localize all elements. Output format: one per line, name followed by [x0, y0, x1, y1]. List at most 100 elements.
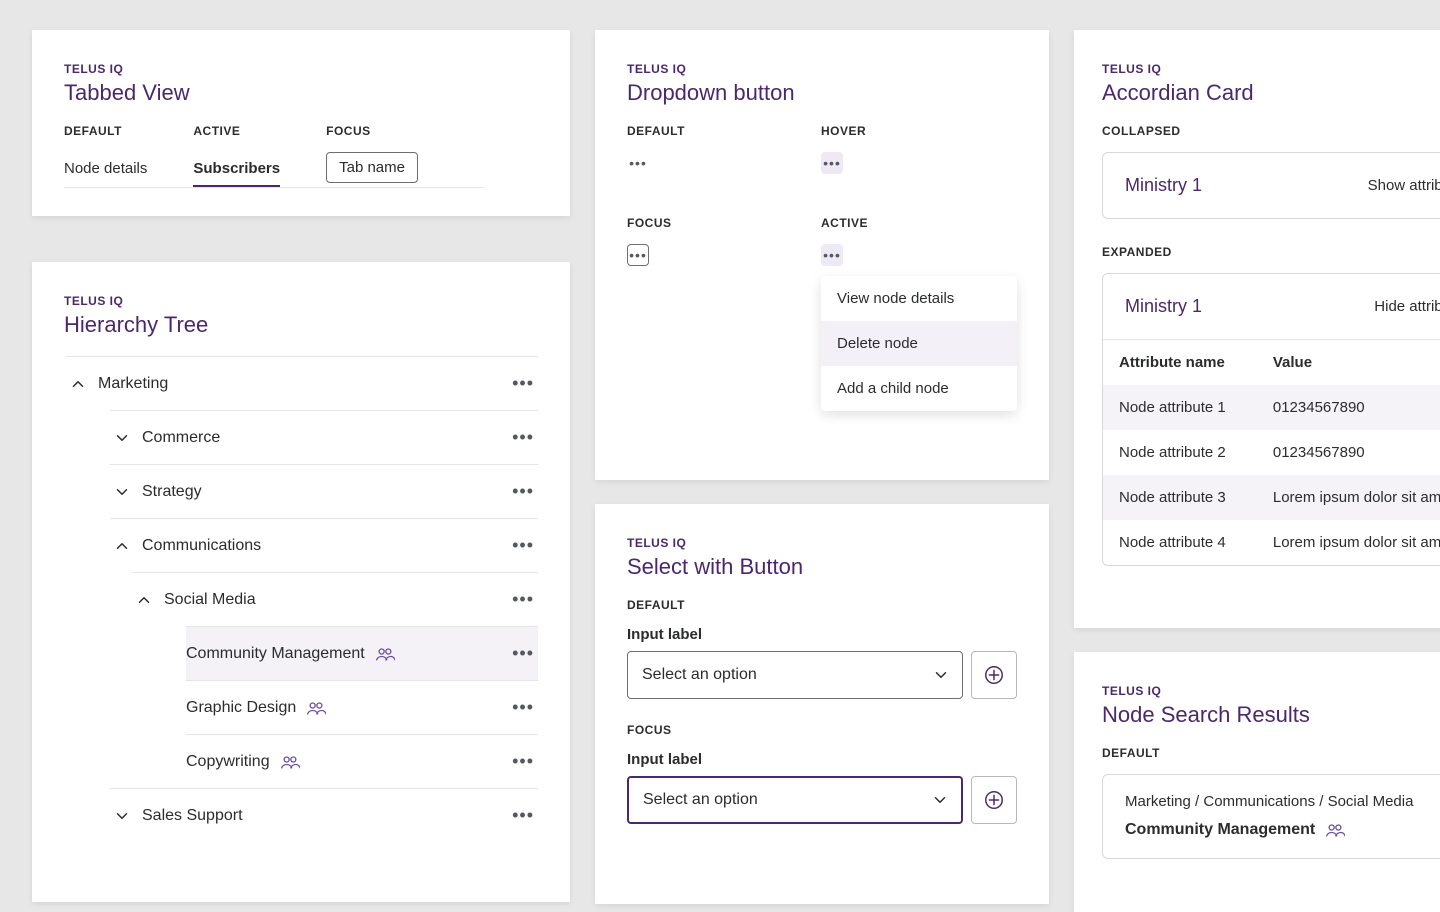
- cell-value: Lorem ipsum dolor sit amet: [1257, 520, 1440, 565]
- tree-label: Graphic Design: [186, 699, 296, 717]
- eyebrow: TELUS IQ: [1102, 684, 1440, 698]
- tree-row[interactable]: Marketing •••: [66, 356, 538, 410]
- eyebrow: TELUS IQ: [64, 294, 538, 308]
- more-icon[interactable]: •••: [512, 589, 534, 610]
- add-button[interactable]: [971, 776, 1017, 824]
- chevron-down-icon: [931, 791, 949, 809]
- hide-attributes-link[interactable]: Hide attributes: [1374, 298, 1440, 315]
- tree-label: Community Management: [186, 645, 365, 663]
- tabbed-view-card: TELUS IQ Tabbed View DEFAULT Node detail…: [32, 30, 570, 216]
- table-row: Node attribute 3Lorem ipsum dolor sit am…: [1103, 475, 1440, 520]
- accordion-item-title: Ministry 1: [1125, 175, 1202, 196]
- tabs-states-row: DEFAULT Node details ACTIVE Subscribers …: [64, 124, 538, 187]
- more-icon[interactable]: •••: [512, 535, 534, 556]
- card-title: Tabbed View: [64, 80, 538, 106]
- node-search-results-card: TELUS IQ Node Search Results DEFAULT Mar…: [1074, 652, 1440, 912]
- tree-row[interactable]: Communications•••: [110, 518, 538, 572]
- state-label-collapsed: COLLAPSED: [1102, 124, 1440, 138]
- state-label-default: DEFAULT: [1102, 746, 1440, 760]
- hierarchy-tree-card: TELUS IQ Hierarchy Tree Marketing•••Comm…: [32, 262, 570, 902]
- input-label: Input label: [627, 751, 1017, 768]
- more-icon[interactable]: •••: [512, 805, 534, 826]
- state-label-focus: FOCUS: [326, 124, 418, 138]
- eyebrow: TELUS IQ: [64, 62, 538, 76]
- more-icon[interactable]: •••: [512, 697, 534, 718]
- col-value: Value: [1257, 340, 1440, 386]
- more-icon[interactable]: •••: [627, 152, 649, 174]
- cell-attribute-name: Node attribute 3: [1103, 475, 1257, 520]
- search-result-name: Community Management: [1125, 821, 1315, 839]
- accordion-expanded-box: Ministry 1 Hide attributes Attribute nam…: [1102, 273, 1440, 566]
- more-icon[interactable]: •••: [821, 152, 843, 174]
- dd-default-cell: DEFAULT •••: [627, 124, 821, 174]
- card-title: Select with Button: [627, 554, 1017, 580]
- tab-default-col: DEFAULT Node details: [64, 124, 147, 187]
- state-label-hover: HOVER: [821, 124, 1017, 138]
- menu-item-delete[interactable]: Delete node: [821, 321, 1017, 366]
- tab-node-details[interactable]: Node details: [64, 152, 147, 187]
- table-row: Node attribute 201234567890: [1103, 430, 1440, 475]
- table-row: Node attribute 4Lorem ipsum dolor sit am…: [1103, 520, 1440, 565]
- more-icon[interactable]: •••: [512, 427, 534, 448]
- chevron-down-icon[interactable]: [110, 483, 134, 501]
- tabs-underline: [64, 187, 484, 188]
- tree-list: Marketing•••Commerce•••Strategy•••Commun…: [64, 356, 538, 842]
- tab-tab-name[interactable]: Tab name: [326, 152, 418, 183]
- tree-label: Commerce: [142, 429, 220, 447]
- select-placeholder: Select an option: [643, 791, 758, 809]
- card-title: Dropdown button: [627, 80, 1017, 106]
- card-title: Hierarchy Tree: [64, 312, 538, 338]
- more-icon[interactable]: •••: [512, 373, 534, 394]
- tree-row[interactable]: Strategy•••: [110, 464, 538, 518]
- dd-active-cell: ACTIVE ••• View node details Delete node…: [821, 216, 1017, 411]
- more-icon[interactable]: •••: [627, 244, 649, 266]
- show-attributes-link[interactable]: Show attributes: [1368, 177, 1440, 194]
- accordion-header: Ministry 1 Show attributes: [1103, 153, 1440, 218]
- search-result-item[interactable]: Marketing / Communications / Social Medi…: [1102, 774, 1440, 859]
- people-icon: [375, 644, 395, 664]
- plus-circle-icon: [983, 664, 1005, 686]
- cell-value: Lorem ipsum dolor sit amet: [1257, 475, 1440, 520]
- more-icon[interactable]: •••: [512, 643, 534, 664]
- chevron-up-icon[interactable]: [66, 375, 90, 393]
- state-label-focus: FOCUS: [627, 723, 1017, 737]
- menu-item-view[interactable]: View node details: [821, 276, 1017, 321]
- more-icon[interactable]: •••: [821, 244, 843, 266]
- dd-focus-cell: FOCUS •••: [627, 216, 821, 411]
- tree-row[interactable]: Copywriting•••: [186, 734, 538, 788]
- state-label-default: DEFAULT: [627, 124, 821, 138]
- dropdown-menu: View node details Delete node Add a chil…: [821, 276, 1017, 411]
- tree-row[interactable]: Community Management •••: [186, 626, 538, 680]
- tab-subscribers[interactable]: Subscribers: [193, 152, 280, 187]
- chevron-up-icon[interactable]: [110, 537, 134, 555]
- more-icon[interactable]: •••: [512, 751, 534, 772]
- cell-attribute-name: Node attribute 1: [1103, 385, 1257, 430]
- table-header-row: Attribute name Value: [1103, 340, 1440, 386]
- state-label-expanded: EXPANDED: [1102, 245, 1440, 259]
- chevron-down-icon[interactable]: [110, 429, 134, 447]
- add-button[interactable]: [971, 651, 1017, 699]
- select-input[interactable]: Select an option: [627, 776, 963, 824]
- people-icon: [306, 698, 326, 718]
- chevron-up-icon[interactable]: [132, 591, 156, 609]
- tree-label: Marketing: [98, 375, 168, 393]
- breadcrumb: Marketing / Communications / Social Medi…: [1125, 793, 1440, 810]
- cell-attribute-name: Node attribute 2: [1103, 430, 1257, 475]
- menu-item-add-child[interactable]: Add a child node: [821, 366, 1017, 411]
- select-with-button-card: TELUS IQ Select with Button DEFAULT Inpu…: [595, 504, 1049, 904]
- select-row-default: Select an option: [627, 651, 1017, 699]
- col-attribute-name: Attribute name: [1103, 340, 1257, 386]
- cell-attribute-name: Node attribute 4: [1103, 520, 1257, 565]
- dd-hover-cell: HOVER •••: [821, 124, 1017, 174]
- more-icon[interactable]: •••: [512, 481, 534, 502]
- select-placeholder: Select an option: [642, 666, 757, 684]
- tree-row[interactable]: Commerce •••: [110, 410, 538, 464]
- dropdown-button-card: TELUS IQ Dropdown button DEFAULT ••• HOV…: [595, 30, 1049, 480]
- tree-row[interactable]: Social Media•••: [132, 572, 538, 626]
- tree-row[interactable]: Graphic Design •••: [186, 680, 538, 734]
- chevron-down-icon[interactable]: [110, 807, 134, 825]
- tree-row[interactable]: Sales Support•••: [110, 788, 538, 842]
- select-input[interactable]: Select an option: [627, 651, 963, 699]
- accordion-card: TELUS IQ Accordian Card COLLAPSED Minist…: [1074, 30, 1440, 628]
- plus-circle-icon: [983, 789, 1005, 811]
